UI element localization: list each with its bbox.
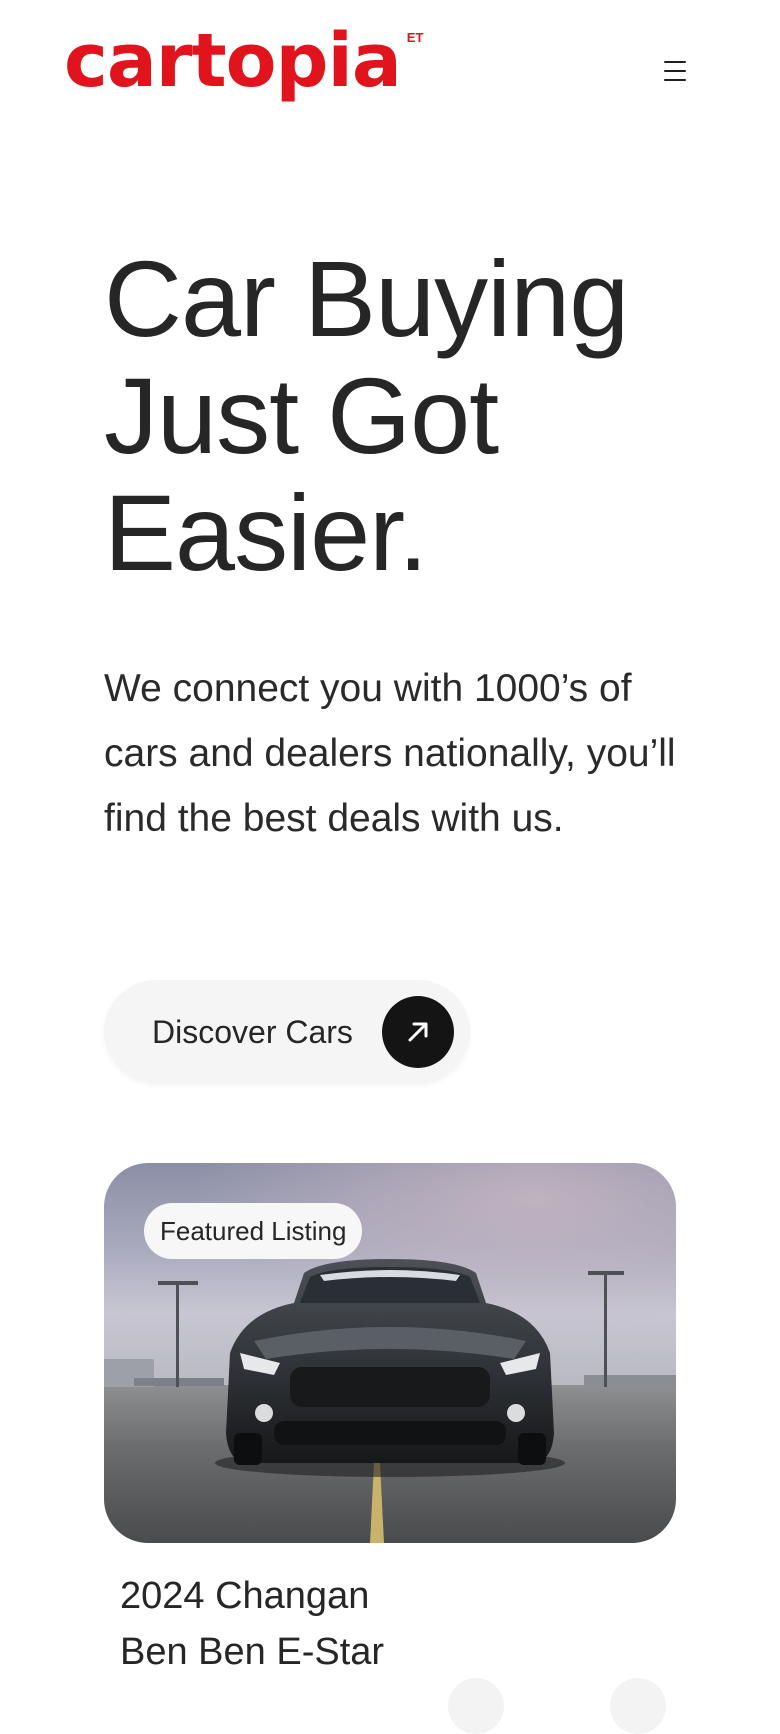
cartopia-logo[interactable]: cartopia ET [64, 24, 423, 98]
featured-listing-badge: Featured Listing [144, 1203, 363, 1259]
hamburger-menu-icon[interactable] [658, 56, 692, 86]
listing-title[interactable]: 2024 Changan Ben Ben E-Star [120, 1568, 580, 1680]
hero-subtitle: We connect you with 1000’s of cars and d… [104, 667, 676, 840]
featured-listing-card[interactable]: Featured Listing [104, 1163, 676, 1543]
site-header: cartopia ET [0, 0, 780, 130]
hero-title-line: Car Buying [104, 238, 629, 359]
arrow-up-right-icon [382, 996, 454, 1068]
carousel-prev-button[interactable] [448, 1678, 504, 1734]
listing-title-line: 2024 Changan [120, 1575, 370, 1617]
hero-title-line: Just Got [104, 355, 499, 476]
discover-cars-button[interactable]: Discover Cars [104, 980, 470, 1084]
listing-title-line: Ben Ben E-Star [120, 1631, 385, 1673]
logo-text: cartopia [64, 18, 402, 104]
discover-cars-label: Discover Cars [152, 1014, 353, 1050]
logo-superscript: ET [406, 30, 424, 45]
hero-title: Car Buying Just Got Easier. [104, 240, 744, 591]
hero-title-line: Easier. [104, 472, 428, 593]
carousel-next-button[interactable] [610, 1678, 666, 1734]
